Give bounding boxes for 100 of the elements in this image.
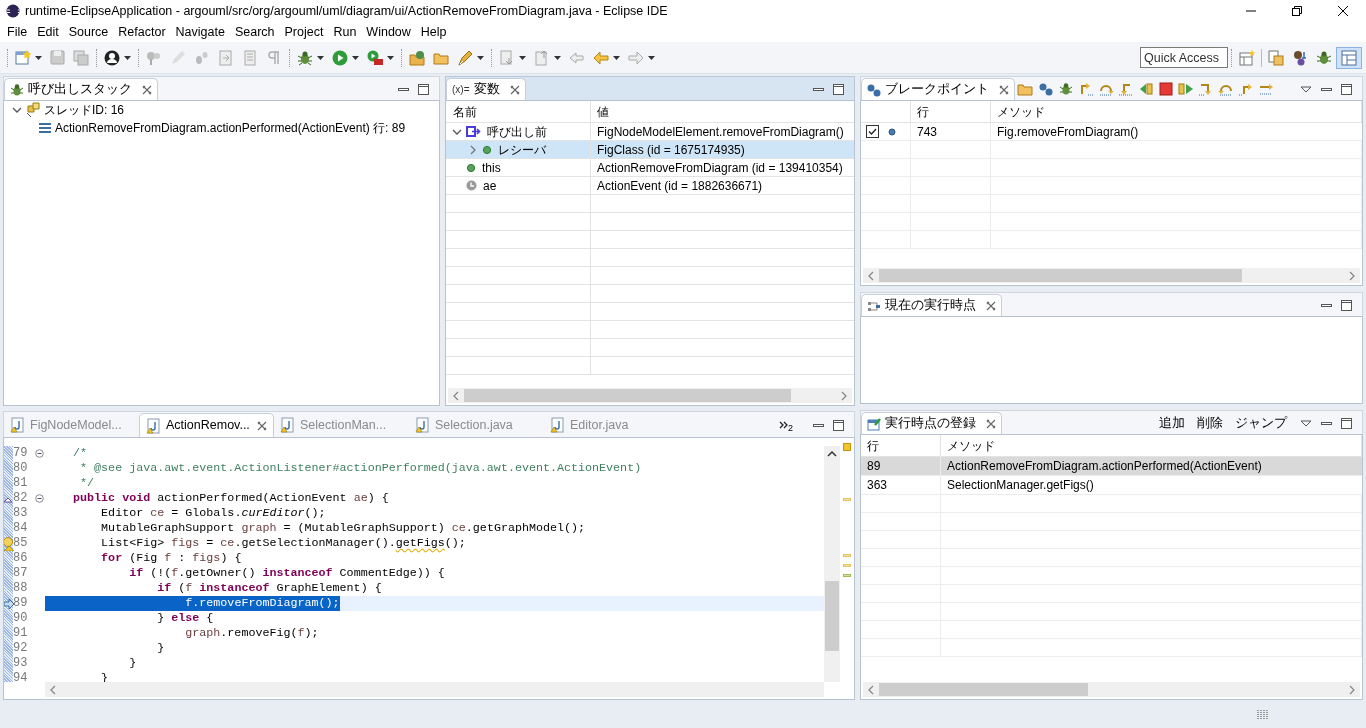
column-header[interactable]: 名前 xyxy=(446,101,591,122)
scrollbar-thumb[interactable] xyxy=(825,581,839,651)
menu-item[interactable]: Run xyxy=(328,23,362,41)
menu-item[interactable]: Project xyxy=(279,23,329,41)
tree-item[interactable]: スレッドID: 16 xyxy=(44,101,124,119)
caret-icon[interactable] xyxy=(477,55,484,60)
step-back-icon[interactable] xyxy=(1138,82,1154,96)
table-row[interactable]: 363 SelectionManager.getFigs() xyxy=(861,476,1362,495)
selected-row[interactable]: レシーバ FigClass (id = 1675174935) xyxy=(446,141,854,159)
step-over-icon[interactable] xyxy=(1098,82,1114,96)
more-tabs-button[interactable]: 2 xyxy=(779,413,813,437)
fold-icon[interactable] xyxy=(35,449,44,458)
scrollbar[interactable] xyxy=(45,682,824,697)
folder-icon[interactable] xyxy=(1017,81,1033,97)
view-tab[interactable]: 実行時点の登録 xyxy=(861,412,1002,434)
view-menu-icon[interactable] xyxy=(1300,85,1312,93)
toolbar-button[interactable]: ジャンプ xyxy=(1230,413,1292,433)
maximize-icon[interactable] xyxy=(833,83,844,95)
step-return-icon[interactable] xyxy=(1078,82,1094,96)
resume-icon[interactable] xyxy=(1178,82,1194,96)
close-icon[interactable] xyxy=(986,418,996,429)
column-header[interactable]: 行 xyxy=(861,435,941,456)
view-menu-icon[interactable] xyxy=(1300,419,1312,427)
caret-icon[interactable] xyxy=(352,55,359,60)
scrollbar-thumb[interactable] xyxy=(879,683,1089,696)
caret-icon[interactable] xyxy=(317,55,324,60)
java-perspective-icon[interactable] xyxy=(1292,49,1308,66)
close-icon[interactable] xyxy=(257,420,267,431)
person-icon[interactable] xyxy=(104,49,120,66)
scroll-up-icon[interactable] xyxy=(827,450,837,458)
scrollbar[interactable] xyxy=(863,682,1360,697)
column-header[interactable]: 行 xyxy=(911,101,991,122)
breakpoints-icon[interactable] xyxy=(1039,82,1053,96)
menu-item[interactable]: File xyxy=(2,23,33,41)
caret-icon[interactable] xyxy=(124,55,131,60)
menu-item[interactable]: Search xyxy=(229,23,280,41)
close-icon[interactable] xyxy=(509,84,520,95)
view-tab[interactable]: 現在の実行時点 xyxy=(861,294,1002,316)
toolbar-button[interactable]: 追加 xyxy=(1154,413,1190,433)
chevron-down-icon[interactable] xyxy=(12,105,22,115)
view-tab[interactable]: 呼び出しスタック xyxy=(4,78,158,100)
bug-icon[interactable] xyxy=(297,49,313,66)
debug-perspective-icon[interactable] xyxy=(1316,49,1332,66)
scroll-left-icon[interactable] xyxy=(452,390,460,401)
step-into-forward-icon[interactable] xyxy=(1238,82,1254,96)
menu-item[interactable]: Window xyxy=(361,23,416,41)
stop-icon[interactable] xyxy=(1158,82,1174,96)
caret-icon[interactable] xyxy=(387,55,394,60)
caret-icon[interactable] xyxy=(519,55,526,60)
variable-name[interactable]: レシーバ xyxy=(498,140,546,159)
scroll-left-icon[interactable] xyxy=(49,684,57,695)
caret-icon[interactable] xyxy=(35,55,42,60)
toolbar-button[interactable]: 削除 xyxy=(1192,413,1228,433)
checkbox[interactable] xyxy=(866,125,879,138)
glasses-icon[interactable] xyxy=(146,49,162,66)
menu-item[interactable]: Navigate xyxy=(170,23,230,41)
step-return-forward-icon[interactable] xyxy=(1198,82,1214,96)
drop-to-frame-icon[interactable] xyxy=(1258,82,1274,96)
scroll-right-icon[interactable] xyxy=(1348,684,1356,695)
caret-icon[interactable] xyxy=(554,55,561,60)
selected-row[interactable]: 89 ActionRemoveFromDiagram.actionPerformed(ActionEvent) xyxy=(861,457,1362,476)
step-into-icon[interactable] xyxy=(1118,82,1134,96)
pen-tool-icon[interactable] xyxy=(457,49,473,66)
close-icon[interactable] xyxy=(142,84,152,95)
maximize-icon[interactable] xyxy=(418,83,429,95)
close-window-icon[interactable] xyxy=(1338,6,1348,16)
resource-perspective-icon[interactable] xyxy=(1268,49,1284,66)
column-header[interactable]: メソッド xyxy=(941,435,1362,456)
variable-name[interactable]: this xyxy=(482,158,501,177)
variable-name[interactable]: 呼び出し前 xyxy=(487,122,547,141)
fold-icon[interactable] xyxy=(35,494,44,503)
bug-small-icon[interactable] xyxy=(1059,82,1073,96)
scroll-left-icon[interactable] xyxy=(867,270,875,281)
maximize-icon[interactable] xyxy=(1341,299,1352,311)
menu-item[interactable]: Refactor xyxy=(113,23,171,41)
perspective-add-icon[interactable] xyxy=(1239,49,1255,66)
column-header[interactable]: 値 xyxy=(591,101,854,122)
step-over-forward-icon[interactable] xyxy=(1218,82,1234,96)
menu-item[interactable]: Source xyxy=(63,23,114,41)
close-icon[interactable] xyxy=(986,300,996,311)
layout-perspective-icon[interactable] xyxy=(1341,49,1357,66)
menu-item[interactable]: Edit xyxy=(32,23,64,41)
variable-name[interactable]: ae xyxy=(483,176,497,195)
scrollbar-thumb[interactable] xyxy=(879,269,1242,282)
scroll-right-icon[interactable] xyxy=(1348,270,1356,281)
run-tool-icon[interactable] xyxy=(367,49,383,66)
editor-tab[interactable]: ActionRemov... xyxy=(139,413,274,437)
restore-window-icon[interactable] xyxy=(1292,6,1302,16)
caret-icon[interactable] xyxy=(648,55,655,60)
folder-globe-icon[interactable] xyxy=(409,49,425,66)
scroll-left-icon[interactable] xyxy=(867,684,875,695)
chevron-right-icon[interactable] xyxy=(468,144,478,155)
view-tab[interactable]: ブレークポイント xyxy=(861,78,1015,100)
column-header[interactable]: メソッド xyxy=(991,101,1362,122)
scrollbar[interactable] xyxy=(448,388,852,403)
maximize-icon[interactable] xyxy=(1341,417,1352,429)
search-field[interactable]: Quick Access xyxy=(1140,47,1228,68)
menu-item[interactable]: Help xyxy=(415,23,452,41)
caret-icon[interactable] xyxy=(613,55,620,60)
scrollbar[interactable] xyxy=(863,268,1360,283)
